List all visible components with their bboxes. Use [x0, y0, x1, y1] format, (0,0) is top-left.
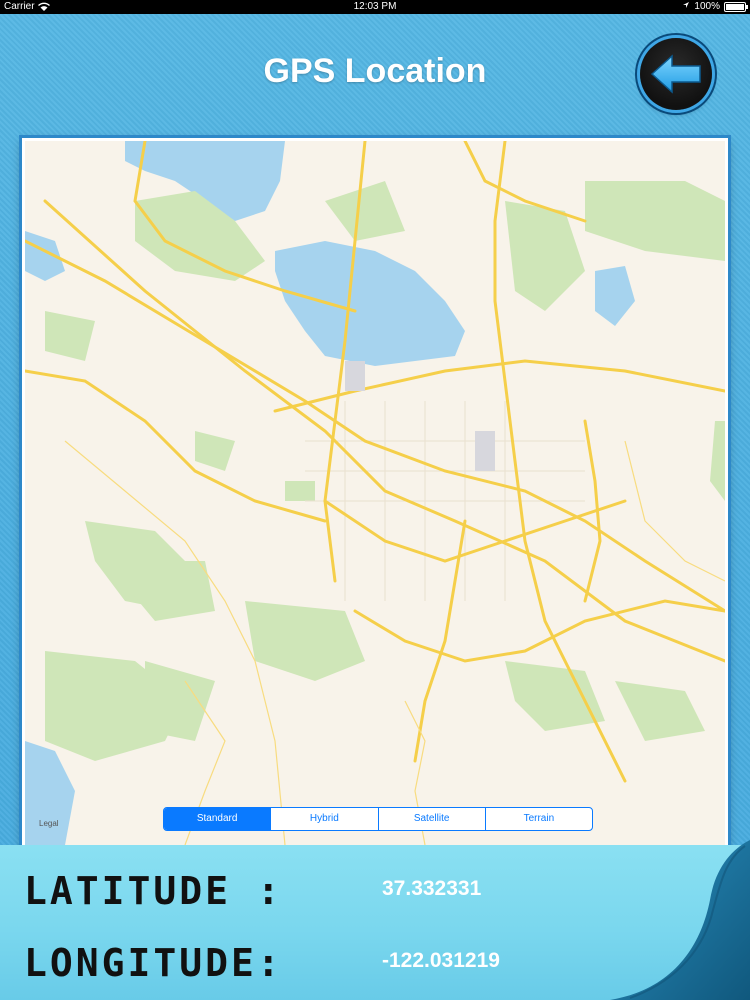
battery-percent: 100%: [694, 1, 720, 12]
latitude-value: 37.332331: [382, 877, 482, 900]
map-legal-link[interactable]: Legal: [39, 819, 59, 828]
battery-icon: [724, 2, 748, 12]
longitude-label: LONGITUDE:: [24, 941, 283, 985]
latitude-label: LATITUDE :: [24, 869, 283, 913]
back-arrow-icon: [650, 54, 701, 94]
coordinates-panel: LATITUDE : 37.332331 LONGITUDE: -122.031…: [0, 840, 750, 1000]
longitude-value: -122.031219: [382, 949, 500, 972]
page-title: GPS Location: [263, 52, 487, 90]
map-view[interactable]: Legal Standard Hybrid Satellite Terrain: [25, 141, 725, 845]
location-arrow-icon: [682, 0, 690, 14]
map-type-terrain[interactable]: Terrain: [484, 808, 592, 830]
map-tiles: [25, 141, 725, 845]
map-type-satellite[interactable]: Satellite: [377, 808, 485, 830]
status-time: 12:03 PM: [353, 1, 397, 12]
status-bar: Carrier 12:03 PM 100%: [0, 0, 750, 14]
map-type-standard[interactable]: Standard: [164, 808, 271, 830]
map-frame: Legal Standard Hybrid Satellite Terrain: [22, 138, 728, 848]
page-curl-decoration: [610, 840, 750, 1000]
map-type-selector[interactable]: Standard Hybrid Satellite Terrain: [163, 807, 593, 831]
back-button[interactable]: [640, 38, 712, 110]
map-type-hybrid[interactable]: Hybrid: [270, 808, 377, 830]
